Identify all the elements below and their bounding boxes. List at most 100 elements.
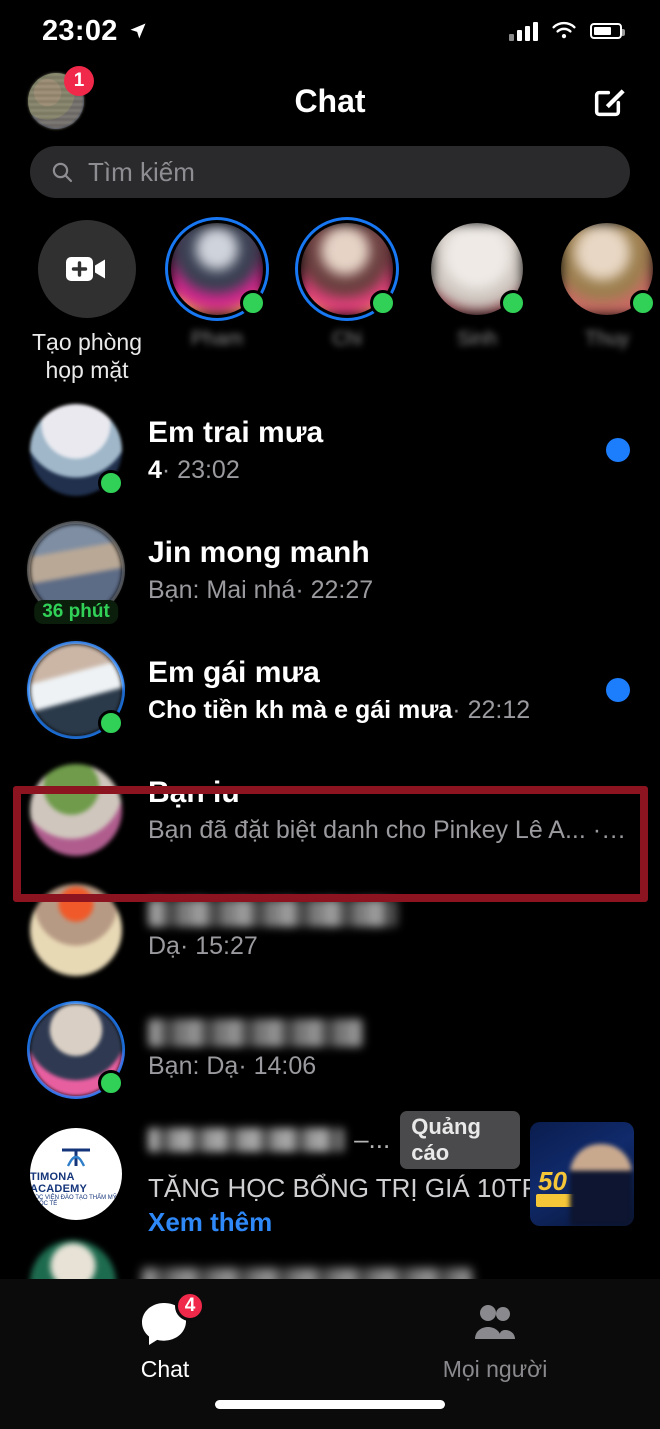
chat-avatar [30,1004,124,1097]
chat-preview: Dạ· 15:27 [148,932,258,961]
story-name: Pham [190,328,244,350]
story-avatar [298,220,396,318]
chat-name: Em gái mưa [148,655,320,689]
story-name: Thuy [584,328,630,350]
tab-chat[interactable]: 4 Chat [0,1291,330,1383]
chat-meta: Em trai mưa 4· 23:02 [148,415,590,486]
app-header: 1 Chat [0,62,660,140]
chat-bubble-icon: 4 [139,1291,205,1347]
location-arrow-icon [130,23,146,39]
chat-meta: Bạn: Dạ· 14:06 [148,1019,630,1081]
search-placeholder: Tìm kiếm [88,156,195,187]
chat-name: Bạn iu [148,775,240,809]
cellular-signal-icon [509,21,538,41]
chat-preview: Bạn: Dạ· 14:06 [148,1052,317,1081]
search-icon [52,162,73,183]
chat-avatar [30,644,124,737]
battery-icon [590,23,625,39]
chat-preview-bold: Cho tiền kh mà e gái mưa [148,696,453,725]
online-indicator [370,290,396,316]
compose-new-message-icon[interactable] [590,81,630,121]
search-section: Tìm kiếm [0,140,660,198]
tab-badge: 4 [175,1291,205,1321]
ad-title-line: –... Quảng cáo [148,1110,520,1169]
story-avatar [558,220,656,318]
story-item[interactable]: Sinh [412,220,542,351]
unread-indicator [606,438,630,463]
tab-people[interactable]: Mọi người [330,1301,660,1383]
chat-preview: 4· 23:02 [148,456,590,485]
wifi-icon [552,21,576,39]
ad-cta-link[interactable]: Xem thêm [148,1207,520,1238]
chat-meta: Dạ· 15:27 [148,899,630,961]
status-bar-right [509,21,625,41]
online-indicator [98,710,124,737]
chat-preview: Cho tiền kh mà e gái mưa· 22:12 [148,696,590,725]
chat-meta: Em gái mưa Cho tiền kh mà e gái mưa· 22:… [148,655,590,726]
story-name: Chi [331,328,362,350]
status-bar-left: 23:02 [42,15,148,48]
story-time-badge: 36 phút [34,600,118,625]
ad-thumb-person [570,1144,632,1227]
online-indicator [98,1070,124,1097]
chat-name [148,1019,363,1048]
story-item[interactable]: Chi [282,220,412,351]
chat-preview-bold: 4 [148,456,162,485]
avatar[interactable]: 1 [28,66,94,129]
ad-thumbnail[interactable]: 50 [530,1122,634,1227]
messenger-chat-screen: 23:02 1 Chat Tìm kiếm Tạo phòng họp mặt … [0,0,660,1429]
chat-name: Em trai mưa [148,415,324,449]
search-input[interactable]: Tìm kiếm [30,146,630,198]
ad-dash: –... [354,1124,391,1155]
chat-meta: Bạn iu Bạn đã đặt biệt danh cho Pinkey L… [148,775,630,846]
online-indicator [98,470,124,497]
ad-thumb-text: 50 [538,1166,567,1197]
online-indicator [630,290,656,316]
create-room-label-line2: họp mặt [45,357,129,384]
story-name: Sinh [456,328,498,350]
advertiser-logo-subtext: HỌC VIỆN ĐÀO TẠO THẨM MỸ QUỐC TẾ [30,1195,117,1208]
unread-indicator [606,678,630,703]
create-room-button[interactable]: Tạo phòng họp mặt [22,220,152,384]
advertiser-logo-text: TIMONA ACADEMY [30,1171,88,1196]
story-item[interactable]: Pham [152,220,282,351]
create-room-label: Tạo phòng họp mặt [32,328,142,384]
status-time: 23:02 [42,14,118,47]
page-title: Chat [294,82,366,119]
chat-avatar [30,764,122,857]
chat-row-ban-iu[interactable]: Bạn iu Bạn đã đặt biệt danh cho Pinkey L… [0,750,660,870]
rooms-stories-row[interactable]: Tạo phòng họp mặt Pham Chi Sinh Thuy [0,198,660,390]
story-item[interactable]: Thuy [542,220,660,351]
chat-name [148,899,398,928]
chat-meta: Jin mong manh Bạn: Mai nhá· 22:27 [148,535,630,606]
create-room-label-line1: Tạo phòng [32,329,142,355]
chat-avatar: 36 phút [30,524,122,625]
chat-preview-rest: · 22:12 [452,696,531,725]
tab-people-label: Mọi người [442,1356,548,1382]
chat-row-redacted-1[interactable]: Dạ· 15:27 [0,870,660,990]
advertiser-name [148,1127,345,1152]
tab-chat-label: Chat [140,1356,190,1382]
chat-row-redacted-2[interactable]: Bạn: Dạ· 14:06 [0,990,660,1110]
ad-meta: –... Quảng cáo TẶNG HỌC BỔNG TRỊ GIÁ 10T… [148,1110,541,1238]
chat-row-jin-mong-manh[interactable]: 36 phút Jin mong manh Bạn: Mai nhá· 22:2… [0,510,660,630]
people-icon [469,1301,521,1347]
chat-avatar [30,404,124,497]
chat-preview-rest: · 23:02 [161,456,240,485]
chat-row-em-trai-mua[interactable]: Em trai mưa 4· 23:02 [0,390,660,510]
ad-headline: TẶNG HỌC BỔNG TRỊ GIÁ 10TR [148,1172,541,1203]
timona-logo-icon [62,1148,90,1167]
story-avatar [428,220,526,318]
chat-list: Em trai mưa 4· 23:02 36 phút Jin mong ma… [0,390,660,1328]
home-indicator [215,1400,445,1409]
chat-name: Jin mong manh [148,535,370,569]
chat-preview: Bạn: Mai nhá· 22:27 [148,576,374,605]
video-camera-plus-icon [38,220,136,318]
chat-avatar [30,884,122,977]
sponsored-ad-row[interactable]: TIMONA ACADEMY HỌC VIỆN ĐÀO TẠO THẨM MỸ … [0,1110,660,1238]
status-badge: Quảng cáo [400,1110,520,1169]
chat-preview: Bạn đã đặt biệt danh cho Pinkey Lê A... … [148,816,630,845]
status-bar: 23:02 [0,0,660,62]
avatar-badge: 1 [64,66,94,96]
chat-row-em-gai-mua[interactable]: Em gái mưa Cho tiền kh mà e gái mưa· 22:… [0,630,660,750]
